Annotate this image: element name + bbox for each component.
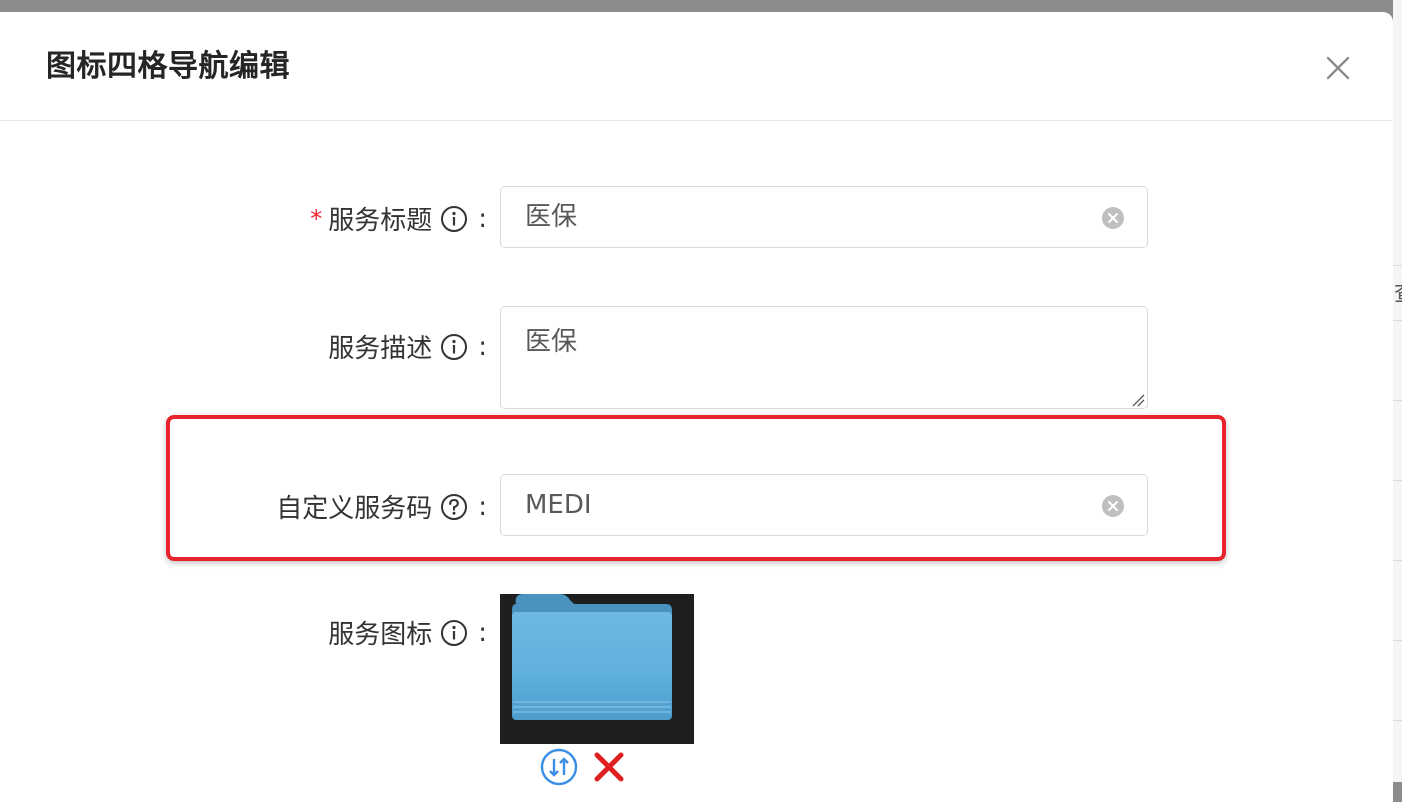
swap-icon[interactable]: [540, 748, 578, 786]
service-title-value: 医保: [525, 202, 578, 232]
label-colon: :: [478, 617, 487, 648]
background-divider: [1393, 480, 1402, 481]
custom-code-label: 自定义服务码 :: [276, 488, 487, 525]
label-colon: :: [478, 491, 487, 522]
dialog-header: 图标四格导航编辑: [0, 12, 1393, 121]
info-icon[interactable]: [440, 205, 468, 233]
form-row-custom-code: 自定义服务码 : MEDI: [0, 474, 1393, 536]
background-divider: [1393, 265, 1402, 266]
close-icon[interactable]: [1318, 48, 1358, 88]
resize-handle-icon[interactable]: [1131, 392, 1145, 407]
custom-code-value: MEDI: [525, 490, 592, 520]
service-title-label-text: 服务标题: [328, 206, 433, 236]
service-desc-label: 服务描述 :: [328, 328, 487, 365]
custom-code-input[interactable]: MEDI: [500, 474, 1148, 536]
delete-icon[interactable]: [592, 750, 626, 784]
clear-icon[interactable]: [1101, 494, 1125, 518]
label-colon: :: [478, 203, 487, 234]
form-row-service-title: * 服务标题 : 医保: [0, 186, 1393, 248]
service-desc-label-text: 服务描述: [328, 334, 433, 364]
background-page: [1393, 0, 1402, 782]
background-divider: [1393, 400, 1402, 401]
service-title-label: * 服务标题 :: [310, 200, 487, 237]
label-colon: :: [478, 331, 487, 362]
form-row-service-icon: 服务图标 :: [0, 608, 1393, 658]
clear-icon[interactable]: [1101, 206, 1125, 230]
required-mark: *: [310, 204, 323, 233]
info-icon[interactable]: [440, 619, 468, 647]
background-divider: [1393, 720, 1402, 721]
question-icon[interactable]: [440, 493, 468, 521]
background-divider: [1393, 640, 1402, 641]
form-row-service-desc: 服务描述 : 医保: [0, 306, 1393, 409]
service-desc-value: 医保: [525, 327, 578, 357]
edit-dialog: 图标四格导航编辑 * 服务标题 : 医保 服务描述: 医保 自定义服务码: …: [0, 12, 1393, 802]
service-title-input[interactable]: 医保: [500, 186, 1148, 248]
background-divider: [1393, 560, 1402, 561]
custom-code-label-text: 自定义服务码: [276, 494, 433, 524]
service-icon-label: 服务图标 :: [328, 614, 487, 651]
icon-actions: [540, 748, 626, 786]
service-icon-preview[interactable]: [500, 594, 694, 744]
background-divider: [1393, 320, 1402, 321]
info-icon[interactable]: [440, 333, 468, 361]
dialog-title: 图标四格导航编辑: [46, 49, 290, 84]
background-partial-text: 查: [1394, 276, 1402, 308]
service-icon-label-text: 服务图标: [328, 620, 433, 650]
folder-icon: [512, 594, 672, 720]
service-desc-textarea[interactable]: 医保: [500, 306, 1148, 409]
